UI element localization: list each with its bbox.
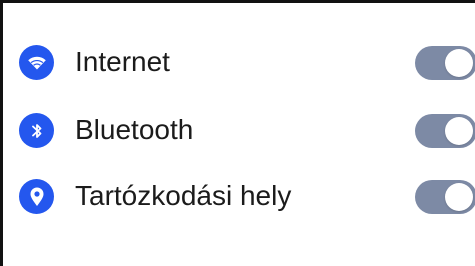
location-pin-icon (19, 179, 54, 214)
wifi-icon (19, 45, 54, 80)
toggle-knob (445, 49, 473, 77)
setting-label-location: Tartózkodási hely (75, 180, 292, 211)
quick-settings-panel: Internet Bluetooth Tartózkodási hely (0, 0, 475, 266)
toggle-knob (445, 117, 473, 145)
internet-toggle[interactable] (415, 46, 475, 80)
bluetooth-toggle[interactable] (415, 114, 475, 148)
setting-label-bluetooth: Bluetooth (75, 114, 194, 145)
setting-row-location[interactable]: Tartózkodási hely (3, 169, 475, 225)
bluetooth-icon (19, 113, 54, 148)
setting-row-internet[interactable]: Internet (3, 35, 475, 91)
location-toggle[interactable] (415, 180, 475, 214)
setting-label-internet: Internet (75, 46, 170, 77)
setting-row-bluetooth[interactable]: Bluetooth (3, 103, 475, 159)
toggle-knob (445, 183, 473, 211)
